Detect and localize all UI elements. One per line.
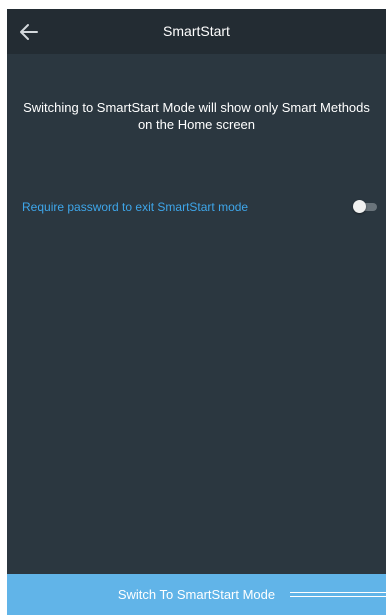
page-title: SmartStart bbox=[163, 23, 230, 39]
back-button[interactable] bbox=[15, 18, 43, 46]
overlay-line-bottom bbox=[290, 596, 386, 597]
arrow-left-icon bbox=[20, 24, 38, 40]
switch-to-smartstart-label: Switch To SmartStart Mode bbox=[117, 587, 276, 602]
toggle-thumb bbox=[353, 200, 366, 213]
require-password-row: Require password to exit SmartStart mode bbox=[7, 197, 386, 217]
info-text: Switching to SmartStart Mode will show o… bbox=[23, 100, 370, 132]
overlay-line-top bbox=[290, 592, 386, 593]
app-screen: SmartStart Switching to SmartStart Mode … bbox=[7, 9, 386, 615]
require-password-label: Require password to exit SmartStart mode bbox=[22, 200, 249, 214]
require-password-toggle[interactable] bbox=[353, 200, 377, 214]
header-bar: SmartStart bbox=[7, 9, 386, 54]
switch-to-smartstart-button[interactable]: Switch To SmartStart Mode bbox=[7, 574, 386, 615]
